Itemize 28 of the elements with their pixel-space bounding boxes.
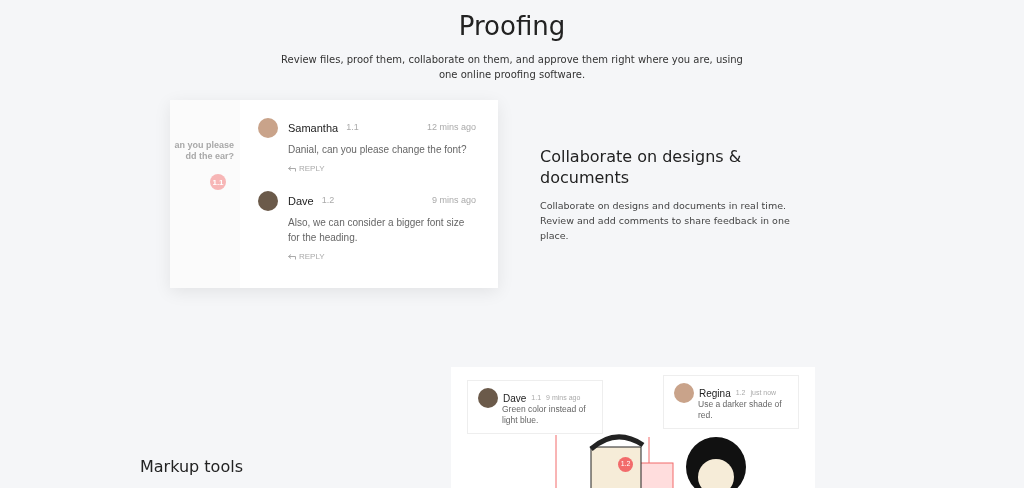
avatar — [674, 383, 694, 403]
feature-description: Collaborate on designs and documents in real time. Review and add comments to share feedback in one place. — [540, 198, 791, 243]
section-subtitle: Review files, proof them, collaborate on them, and approve them right where you are, using one online proofing software. — [280, 53, 744, 82]
feature-heading: Collaborate on designs & documents — [540, 145, 743, 188]
avatar — [478, 388, 498, 408]
commenter-name: Regina — [699, 386, 731, 400]
reply-icon — [288, 254, 296, 260]
commenter-name: Samantha — [288, 120, 339, 136]
reply-icon — [288, 166, 296, 172]
commenter-name: Dave — [503, 391, 527, 406]
comment-number: 1.2 — [321, 194, 335, 208]
commenter-name: Dave — [288, 193, 314, 209]
reply-button[interactable]: REPLY — [288, 251, 325, 263]
preview-text: dd the ear? — [185, 151, 235, 162]
comment-text: Danial, can you please change the font? — [288, 143, 468, 157]
avatar — [258, 118, 278, 138]
comment-time: 9 mins ago — [431, 194, 476, 208]
section-title: Proofing — [458, 10, 566, 42]
reply-button[interactable]: REPLY — [288, 163, 325, 175]
avatar — [258, 191, 278, 211]
comment-text: Also, we can consider a bigger font size for the heading. — [288, 216, 466, 245]
comment-text: Green color instead of light blue. — [502, 404, 587, 426]
feature-heading: Markup tools — [140, 456, 244, 477]
preview-text: an you please — [174, 140, 235, 151]
pin-badge: 1.1 — [210, 174, 226, 190]
comment-time: 12 mins ago — [426, 121, 476, 135]
comment-text: Use a darker shade of red. — [698, 399, 783, 421]
comment-number: 1.1 — [346, 121, 359, 135]
